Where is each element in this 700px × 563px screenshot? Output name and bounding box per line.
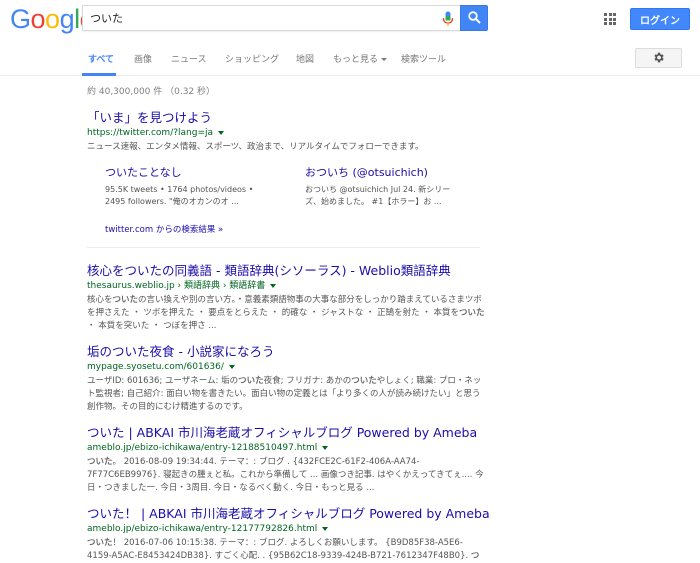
- result-title-link[interactable]: ついた！ | ABKAI 市川海老蔵オフィシャルブログ Powered by A…: [87, 506, 490, 521]
- snippet-highlight: ついた: [87, 457, 113, 467]
- result-url: ameblo.jp/ebizo-ichikawa/entry-121777928…: [87, 523, 487, 536]
- microphone-icon[interactable]: [442, 11, 454, 27]
- result-stats: 約 40,300,000 件 （0.32 秒）: [87, 87, 216, 97]
- snippet-text: ユーザID: 601636; ユーザネーム: 垢の: [87, 376, 239, 386]
- url-dropdown-icon[interactable]: [322, 526, 329, 531]
- result-snippet: ニュース速報、エンタメ情報、スポーツ、政治まで、リアルタイムでフォローできます。: [87, 142, 424, 152]
- search-result: 垢のついた夜食 - 小説家になろう mypage.syosetu.com/601…: [87, 344, 487, 414]
- search-button[interactable]: [460, 5, 488, 31]
- tab-all[interactable]: すべて: [88, 52, 114, 65]
- apps-grid-icon[interactable]: [604, 13, 616, 25]
- logo-letter: G: [10, 4, 31, 34]
- twitter-card-text: おついち @otsuichich Jul 24. 新シリーズ、始めました。 #1…: [305, 185, 451, 206]
- result-title-link[interactable]: 核心をついたの同義語 - 類語辞典(シソーラス) - Weblio類語辞典: [87, 263, 487, 278]
- twitter-more-results-link[interactable]: twitter.com からの検索結果 »: [105, 223, 223, 235]
- search-box: [82, 5, 460, 31]
- snippet-highlight: ついた: [351, 376, 377, 386]
- snippet-highlight: ついた: [112, 295, 139, 305]
- snippet-highlight: つ: [459, 308, 468, 318]
- result-url: mypage.syosetu.com/601636/: [87, 361, 487, 374]
- header: Google ログイン: [0, 0, 700, 40]
- caret-down-icon: [381, 58, 388, 61]
- url-dropdown-icon[interactable]: [228, 364, 235, 369]
- tab-search-tools[interactable]: 検索ツール: [401, 52, 446, 65]
- gear-icon: [652, 49, 665, 68]
- result-url: https://twitter.com/?lang=ja: [87, 127, 487, 140]
- logo-letter: g: [59, 4, 75, 34]
- tab-more-label: もっと見る: [333, 55, 379, 65]
- search-result: 「いま」を見つけよう https://twitter.com/?lang=ja …: [87, 110, 487, 154]
- snippet-text: 夜食; フリガナ: あかの: [263, 376, 352, 386]
- tab-shopping[interactable]: ショッピング: [225, 52, 279, 65]
- search-result: ついた！ | ABKAI 市川海老蔵オフィシャルブログ Powered by A…: [87, 506, 490, 563]
- result-title-link[interactable]: 「いま」を見つけよう: [87, 110, 487, 125]
- login-button[interactable]: ログイン: [630, 8, 690, 30]
- search-tabs: すべて 画像 ニュース ショッピング 地図 もっと見る 検索ツール: [0, 40, 700, 76]
- snippet-highlight: ついた: [238, 376, 264, 386]
- twitter-card-title-link[interactable]: おついち (@otsuichich): [305, 166, 455, 180]
- tab-maps[interactable]: 地図: [296, 52, 314, 65]
- search-result: 核心をついたの同義語 - 類語辞典(シソーラス) - Weblio類語辞典 th…: [87, 263, 487, 333]
- twitter-card-title-link[interactable]: ついたことなし: [105, 166, 255, 180]
- result-url: thesaurus.weblio.jp › 類語辞典 › 類語辞書: [87, 280, 487, 293]
- url-dropdown-icon[interactable]: [218, 130, 224, 135]
- url-dropdown-icon[interactable]: [322, 445, 329, 450]
- snippet-text: 核心を: [87, 295, 113, 305]
- snippet-text: ・ 本質を突いた ・ つぼを押さ ...: [87, 321, 217, 331]
- search-result: ついた | ABKAI 市川海老蔵オフィシャルブログ Powered by Am…: [87, 425, 487, 495]
- snippet-text: 。 2016-08-09 19:34:44. テーマ：: ブログ . {432F…: [87, 457, 484, 493]
- result-url-text: ameblo.jp/ebizo-ichikawa/entry-121885104…: [87, 443, 318, 453]
- logo-letter: o: [45, 4, 60, 34]
- settings-button[interactable]: [635, 48, 682, 68]
- result-snippet: ついた！ 2016-07-06 10:15:38. テーマ：: ブログ. よろし…: [87, 537, 487, 563]
- result-title-link[interactable]: 垢のついた夜食 - 小説家になろう: [87, 344, 487, 359]
- result-snippet: ついた。 2016-08-09 19:34:44. テーマ：: ブログ . {4…: [87, 456, 487, 495]
- snippet-text: ！ 2016-07-06 10:15:38. テーマ：: ブログ. よろしくお願…: [87, 538, 471, 561]
- result-snippet: ユーザID: 601636; ユーザネーム: 垢のついた夜食; フリガナ: あか…: [87, 375, 487, 414]
- twitter-card: ついたことなし 95.5K tweets • 1764 photos/video…: [105, 166, 255, 208]
- result-snippet: 核心をついたの言い換えや別の言い方。・意義素類語物事の大事な部分をしっかり踏まえ…: [87, 294, 487, 333]
- result-url-text: mypage.syosetu.com/601636/: [87, 362, 224, 372]
- snippet-highlight: ついた: [87, 538, 113, 548]
- tab-news[interactable]: ニュース: [171, 52, 207, 65]
- search-icon: [467, 9, 481, 28]
- result-url-text: https://twitter.com/?lang=ja: [87, 128, 213, 138]
- logo-letter: o: [30, 4, 46, 34]
- twitter-card: おついち (@otsuichich) おついち @otsuichich Jul …: [305, 166, 455, 208]
- result-url-text: thesaurus.weblio.jp › 類語辞典 › 類語辞書: [87, 281, 266, 291]
- result-url: ameblo.jp/ebizo-ichikawa/entry-121885104…: [87, 442, 487, 455]
- snippet-highlight: いた: [467, 308, 485, 318]
- result-url-text: ameblo.jp/ebizo-ichikawa/entry-121777928…: [87, 524, 318, 534]
- url-dropdown-icon[interactable]: [270, 283, 277, 288]
- tab-images[interactable]: 画像: [134, 52, 152, 65]
- tab-more[interactable]: もっと見る: [333, 52, 388, 65]
- search-input[interactable]: [83, 6, 423, 30]
- twitter-card-text: 95.5K tweets • 1764 photos/videos • 2495…: [105, 185, 254, 206]
- result-title-link[interactable]: ついた | ABKAI 市川海老蔵オフィシャルブログ Powered by Am…: [87, 425, 487, 440]
- snippet-text: の言い換えや別の言い方。・意義素類語物事の大事な部分をしっかり踏まえているさまツ…: [87, 295, 482, 318]
- active-tab-indicator: [82, 73, 116, 76]
- divider: [87, 247, 480, 248]
